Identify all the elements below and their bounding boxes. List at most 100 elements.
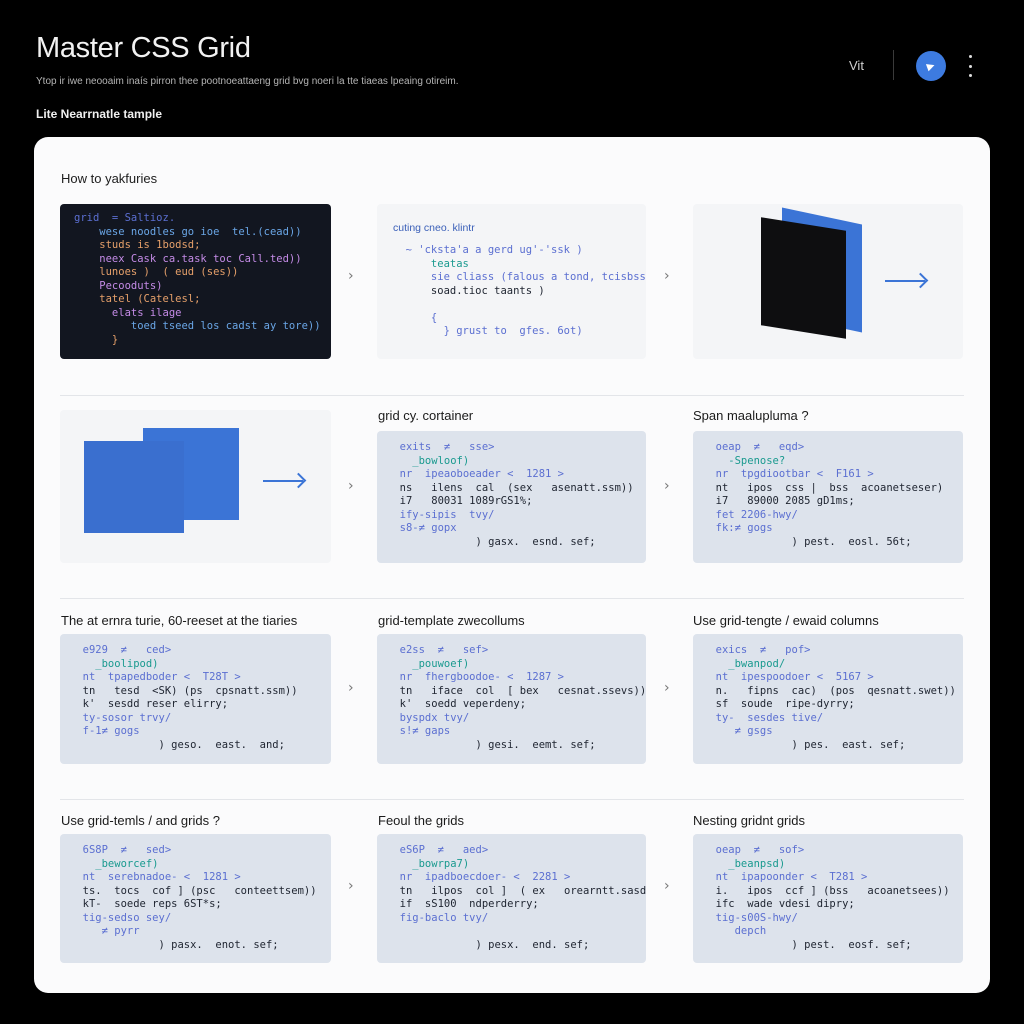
- code-line: s!≠ gaps: [387, 725, 451, 737]
- code-line: k' sesdd reser elirry;: [70, 698, 229, 710]
- code-line: elats ilage: [74, 306, 182, 319]
- code-line: nr ipeaoboeader < 1281 >: [387, 468, 565, 480]
- cell-heading: grid cy. cortainer: [378, 408, 474, 423]
- grid-area-shape-front: [84, 441, 184, 533]
- code-line: _pouwoef): [387, 657, 470, 670]
- cell-heading: Use grid-tengte / ewaid columns: [693, 613, 879, 628]
- code-line: nr tpgdiootbar < F161 >: [703, 468, 874, 480]
- cell-heading: grid-template zwecollums: [378, 613, 525, 628]
- code-line: byspdx tvy/: [387, 711, 470, 724]
- code-card[interactable]: 6S8P ≠ sed> _beworcef) nt serebnadoe- < …: [60, 834, 331, 963]
- code-line: tatel (Catelesl;: [74, 293, 201, 305]
- code-line: oeap ≠ sof>: [703, 844, 805, 856]
- code-line: grid = Saltioz.: [74, 212, 176, 224]
- cell-heading: Span maalupluma ?: [693, 408, 809, 423]
- panel-title: How to yakfuries: [61, 171, 158, 186]
- code-card[interactable]: exits ≠ sse> _bowloof) nr ipeaoboeader <…: [377, 431, 646, 563]
- code-line: teatas: [393, 257, 469, 270]
- code-line: ~ 'cksta'a a gerd ug'-'ssk ): [393, 244, 583, 256]
- chevron-right-icon: ›: [664, 878, 670, 894]
- code-line: eS6P ≠ aed>: [387, 844, 489, 856]
- code-line: ) geso. east. and;: [70, 738, 285, 751]
- chevron-right-icon: ›: [664, 478, 670, 494]
- code-line: fet 2206-hwy/: [703, 508, 798, 521]
- code-line: k' soedd veperdeny;: [387, 698, 527, 710]
- kebab-icon[interactable]: [960, 55, 980, 77]
- page-title: Master CSS Grid: [36, 32, 251, 64]
- code-line: ns ilens cal (sex asenatt.ssm)): [387, 481, 634, 494]
- code-line: nt ipapoonder < T281 >: [703, 871, 868, 883]
- illustration-card: [693, 204, 963, 359]
- illustration-card: [60, 410, 331, 563]
- code-line: nr ipadboecdoer- < 2281 >: [387, 871, 571, 883]
- code-line: toed tseed los cadst ay tore)): [74, 320, 321, 332]
- avatar-button[interactable]: ▶: [916, 51, 946, 81]
- code-block: 6S8P ≠ sed> _beworcef) nt serebnadoe- < …: [70, 844, 317, 952]
- code-line: ) gasx. esnd. sef;: [387, 535, 596, 548]
- chevron-right-icon: ›: [348, 478, 354, 494]
- code-line: ) pes. east. sef;: [703, 738, 906, 751]
- code-line: n. fipns cac) (pos qesnatt.swet)): [703, 684, 956, 697]
- arrow-right-icon: [263, 480, 303, 482]
- code-block: eS6P ≠ aed> _bowrpa7) nr ipadboecdoer- <…: [387, 844, 646, 952]
- code-line: nt ipespoodoer < 5167 >: [703, 671, 874, 683]
- code-card[interactable]: oeap ≠ eqd> -Spenose? nr tpgdiootbar < F…: [693, 431, 963, 563]
- code-line: kT- soede reps 6ST*s;: [70, 898, 222, 910]
- code-block: oeap ≠ eqd> -Spenose? nr tpgdiootbar < F…: [703, 441, 944, 549]
- language-switch[interactable]: Vit: [849, 58, 864, 73]
- code-line: tn ilpos col ] ( ex orearntt.sasd)): [387, 884, 646, 897]
- chevron-right-icon: ›: [348, 268, 354, 284]
- cell-heading: Nesting gridnt grids: [693, 813, 805, 828]
- code-line: _boolipod): [70, 657, 159, 670]
- cell-heading: Use grid-temls / and grids ?: [61, 813, 220, 828]
- code-line: ty- sesdes tive/: [703, 711, 824, 724]
- code-line: Pecooduts): [74, 279, 163, 292]
- code-line: tn tesd <SK) (ps cpsnatt.ssm)): [70, 684, 298, 697]
- code-line: ) pest. eosf. sef;: [703, 938, 912, 951]
- code-card[interactable]: e2ss ≠ sef> _pouwoef) nr fhergboodoe- < …: [377, 634, 646, 764]
- code-line: if sS100 ndperderry;: [387, 898, 539, 910]
- code-block: e2ss ≠ sef> _pouwoef) nr fhergboodoe- < …: [387, 644, 646, 752]
- code-line: _bwanpod/: [703, 657, 786, 670]
- code-line: s8-≠ gopx: [387, 522, 457, 534]
- code-line: oeap ≠ eqd>: [703, 441, 805, 453]
- code-card-caption: cuting cneo. klintr: [393, 222, 475, 234]
- chevron-right-icon: ›: [664, 680, 670, 696]
- code-line: tig-sedso sey/: [70, 911, 172, 924]
- code-line: ify-sipis tvy/: [387, 508, 495, 521]
- section-label: Lite Nearrnatle tample: [36, 107, 163, 121]
- code-card[interactable]: oeap ≠ sof> _beanpsd) nt ipapoonder < T2…: [693, 834, 963, 963]
- chevron-right-icon: ›: [348, 680, 354, 696]
- code-line: {: [393, 311, 438, 324]
- code-line: sie cliass (falous a tond, tcisbssl): [393, 271, 646, 283]
- code-card[interactable]: exics ≠ pof> _bwanpod/ nt ipespoodoer < …: [693, 634, 963, 764]
- code-card-dark[interactable]: grid = Saltioz. wese noodles go ioe tel.…: [60, 204, 331, 359]
- arrow-right-icon: [885, 280, 925, 282]
- code-card[interactable]: e929 ≠ ced> _boolipod) nt tpapedboder < …: [60, 634, 331, 764]
- code-line: soad.tioc taants ): [393, 284, 545, 297]
- code-line: _beworcef): [70, 857, 159, 870]
- code-block: exics ≠ pof> _bwanpod/ nt ipespoodoer < …: [703, 644, 956, 752]
- code-line: tig-s00S-hwy/: [703, 911, 798, 924]
- code-line: depch: [703, 925, 767, 937]
- code-line: ) pesx. end. sef;: [387, 938, 590, 951]
- code-block: e929 ≠ ced> _boolipod) nt tpapedboder < …: [70, 644, 298, 752]
- code-line: ts. tocs cof ] (psc conteettsem)): [70, 884, 317, 897]
- page-subtitle: Ytop ir iwe neooaim inaís pirron thee po…: [36, 76, 459, 87]
- code-line: nr fhergboodoe- < 1287 >: [387, 671, 565, 683]
- code-line: i7 80031 1089rGS1%;: [387, 495, 533, 507]
- code-line: tn iface col [ bex cesnat.ssevs)): [387, 684, 646, 697]
- code-card[interactable]: eS6P ≠ aed> _bowrpa7) nr ipadboecdoer- <…: [377, 834, 646, 963]
- code-line: studs is 1bodsd;: [74, 239, 201, 251]
- code-card-white[interactable]: cuting cneo. klintr ~ 'cksta'a a gerd ug…: [377, 204, 646, 359]
- header-divider: [893, 50, 894, 80]
- code-line: i. ipos ccf ] (bss acoanetsees)): [703, 884, 950, 897]
- row-divider: [60, 799, 964, 800]
- row-divider: [60, 598, 964, 599]
- play-icon: ▶: [925, 59, 937, 73]
- code-line: 6S8P ≠ sed>: [70, 844, 172, 856]
- app-header: Master CSS Grid Ytop ir iwe neooaim inaí…: [0, 0, 1024, 136]
- cell-heading: Feoul the grids: [378, 813, 464, 828]
